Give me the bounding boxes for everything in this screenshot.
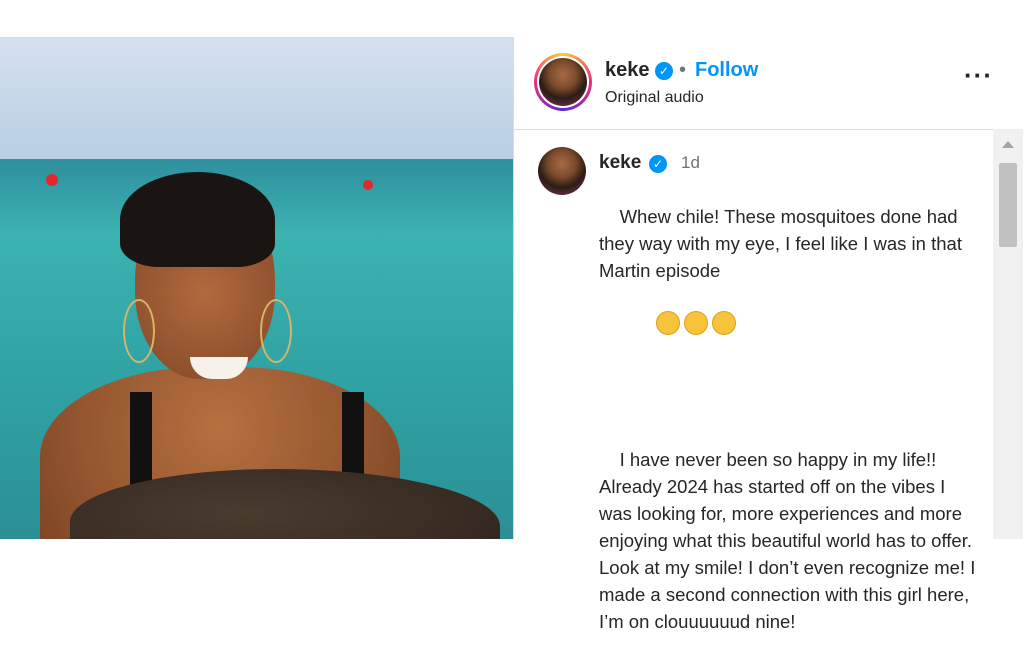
buoy xyxy=(363,180,373,190)
earring xyxy=(123,299,155,363)
original-audio-link[interactable]: Original audio xyxy=(605,89,704,107)
post-timestamp[interactable]: 1d xyxy=(681,153,700,173)
post-side-panel: keke ✓ • Follow Original audio ··· keke … xyxy=(513,37,1023,632)
caption-text: Whew chile! These mosquitoes done had th… xyxy=(599,176,979,662)
person-hair xyxy=(120,172,275,267)
scrollbar[interactable] xyxy=(993,129,1023,539)
media-sky xyxy=(0,37,513,162)
post-media-video[interactable] xyxy=(0,37,513,539)
caption-avatar[interactable] xyxy=(538,147,586,195)
caption-paragraph-2: I have never been so happy in my life!! … xyxy=(599,449,981,632)
caption-username[interactable]: keke xyxy=(599,152,641,174)
buoy xyxy=(46,174,58,186)
scroll-thumb[interactable] xyxy=(999,163,1017,247)
more-options-icon[interactable]: ··· xyxy=(964,62,993,88)
post-header: keke ✓ • Follow Original audio ··· xyxy=(514,37,1023,130)
laughing-emoji-icon xyxy=(626,284,741,365)
story-ring-avatar[interactable] xyxy=(534,53,592,111)
verified-badge-icon: ✓ xyxy=(655,62,673,80)
avatar xyxy=(539,58,587,106)
scroll-up-arrow-icon[interactable] xyxy=(1002,141,1014,148)
caption-paragraph-1: Whew chile! These mosquitoes done had th… xyxy=(599,206,968,281)
post-username[interactable]: keke xyxy=(605,59,650,82)
follow-button[interactable]: Follow xyxy=(695,59,758,82)
earring xyxy=(260,299,292,363)
verified-badge-icon: ✓ xyxy=(649,155,667,173)
separator-dot: • xyxy=(679,59,687,81)
